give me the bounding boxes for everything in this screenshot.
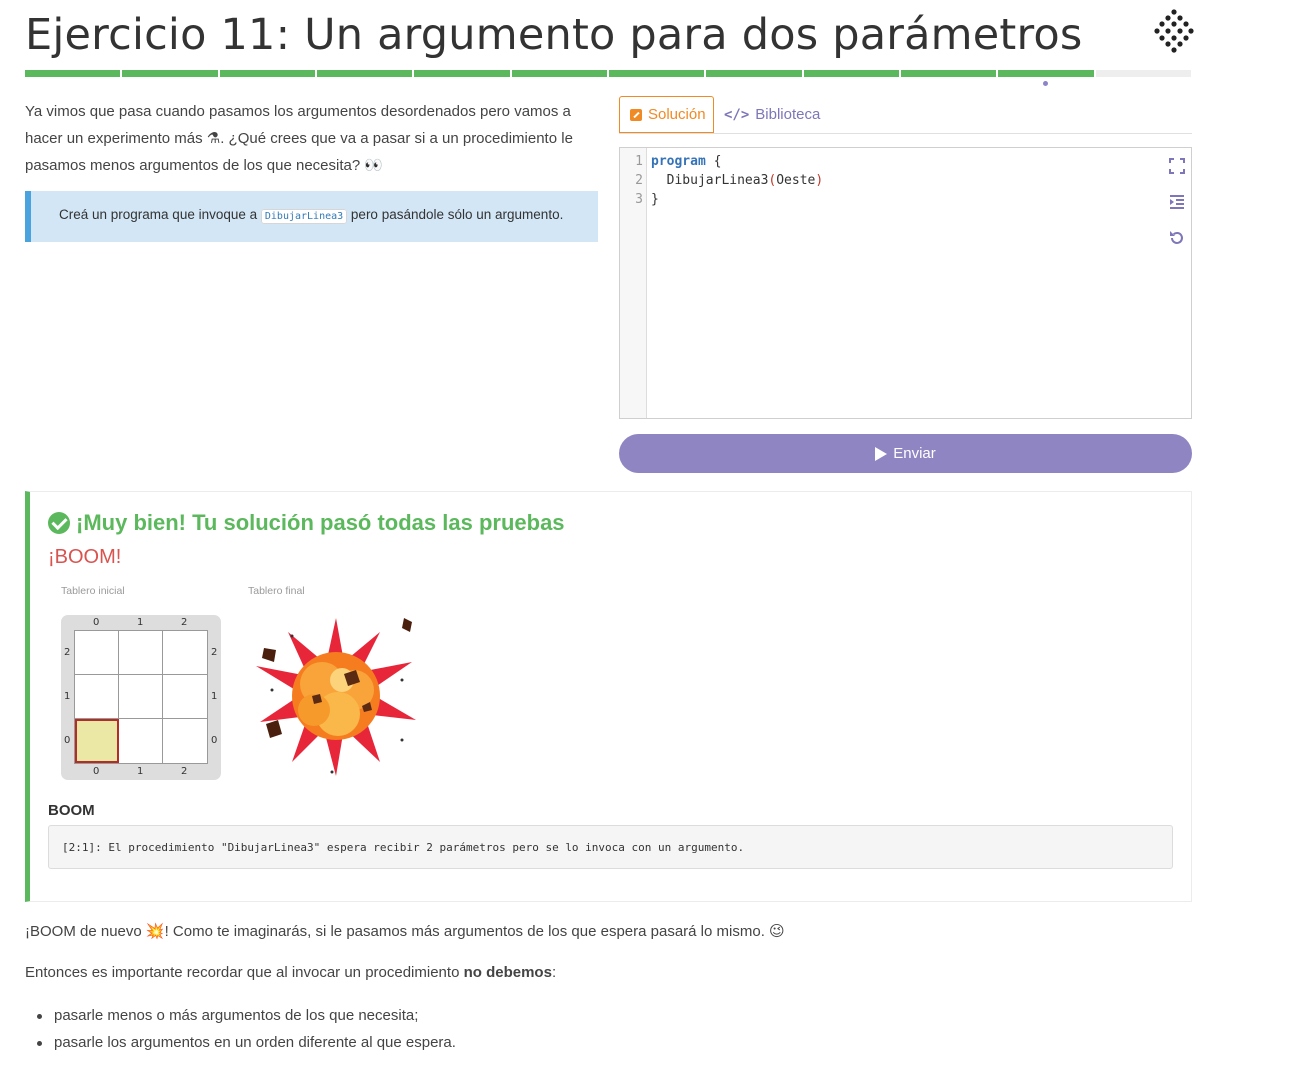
progress-segment[interactable] <box>803 70 899 77</box>
line-number-gutter: 1 2 3 <box>620 148 647 418</box>
followup-text-2: ! Como te imaginarás, si le pasamos más … <box>164 923 770 940</box>
board-row-label: 0 <box>64 735 71 746</box>
board-cell <box>119 719 163 763</box>
final-board-label: Tablero final <box>248 585 305 597</box>
result-title-text: ¡Muy bien! Tu solución pasó todas las pr… <box>76 510 565 535</box>
board-row-label: 1 <box>211 691 218 702</box>
progress-segment[interactable] <box>219 70 315 77</box>
board-column-label: 1 <box>137 766 144 777</box>
progress-segment[interactable] <box>511 70 607 77</box>
code-paren: ) <box>815 173 824 188</box>
exercise-progress-bar <box>25 70 1191 77</box>
tab-solution-label: Solución <box>648 106 706 123</box>
board-cell <box>163 719 207 763</box>
initial-board: 0 1 2 0 1 2 2 1 0 2 1 0 <box>61 615 221 780</box>
board-cell <box>75 675 119 719</box>
initial-board-label: Tablero inicial <box>61 585 125 597</box>
reminder-bold: no debemos <box>463 964 552 981</box>
code-content[interactable]: program { DibujarLinea3(Oeste) } <box>651 152 823 209</box>
code-argument: Oeste <box>776 173 816 188</box>
progress-segment[interactable] <box>414 70 510 77</box>
fullscreen-icon[interactable] <box>1168 157 1186 175</box>
code-line: DibujarLinea3(Oeste) <box>651 171 824 190</box>
intro-paragraph: Ya vimos que pasa cuando pasamos los arg… <box>25 98 600 179</box>
reset-icon[interactable] <box>1168 229 1186 247</box>
collision-emoji-icon: 💥 <box>145 922 165 940</box>
check-circle-icon <box>48 512 70 534</box>
edit-icon <box>630 108 642 121</box>
board-row-label: 0 <box>211 735 218 746</box>
progress-segment[interactable] <box>608 70 705 77</box>
list-item: pasarle menos o más argumentos de los qu… <box>25 1005 456 1032</box>
send-button[interactable]: Enviar <box>619 434 1192 473</box>
board-head-cell <box>75 719 119 763</box>
board-column-label: 0 <box>93 617 100 628</box>
code-keyword: program <box>651 154 706 169</box>
board-column-label: 0 <box>93 766 100 777</box>
list-item: pasarle los argumentos en un orden difer… <box>25 1032 456 1059</box>
reminder-text: Entonces es importante recordar que al i… <box>25 964 464 981</box>
line-number: 1 <box>635 154 643 169</box>
progress-segment[interactable] <box>25 70 121 77</box>
code-brace: { <box>705 154 722 169</box>
line-number: 2 <box>635 173 643 188</box>
flask-emoji-icon: ⚗ <box>206 129 221 147</box>
wink-emoji-icon: 😉 <box>769 922 785 940</box>
explosion-icon <box>256 618 416 776</box>
progress-segment[interactable] <box>316 70 413 77</box>
error-title: BOOM <box>48 802 95 819</box>
task-code: DibujarLinea3 <box>260 209 348 224</box>
board-grid <box>74 630 208 764</box>
task-text-after: pero pasándole sólo un argumento. <box>347 207 564 222</box>
progress-segment[interactable] <box>1095 70 1191 77</box>
play-icon <box>875 446 888 461</box>
progress-segment[interactable] <box>998 70 1094 77</box>
board-row-label: 2 <box>211 647 218 658</box>
task-instruction-box: Creá un programa que invoque a DibujarLi… <box>25 191 598 242</box>
indent-icon[interactable] <box>1168 193 1186 211</box>
board-cell <box>163 631 207 675</box>
progress-segment[interactable] <box>122 70 218 77</box>
progress-segment[interactable] <box>900 70 997 77</box>
line-number: 3 <box>635 192 643 207</box>
code-editor[interactable]: 1 2 3 program { DibujarLinea3(Oeste) } <box>619 147 1192 419</box>
board-column-label: 2 <box>181 617 188 628</box>
result-title: ¡Muy bien! Tu solución pasó todas las pr… <box>48 510 565 536</box>
error-message: [2:1]: El procedimiento "DibujarLinea3" … <box>48 825 1173 869</box>
reminder-paragraph: Entonces es importante recordar que al i… <box>25 964 556 981</box>
followup-paragraph: ¡BOOM de nuevo 💥! Como te imaginarás, si… <box>25 922 785 940</box>
board-column-label: 2 <box>181 766 188 777</box>
tab-library-label: Biblioteca <box>755 106 821 123</box>
board-column-label: 1 <box>137 617 144 628</box>
board-cell <box>75 631 119 675</box>
rules-list: pasarle menos o más argumentos de los qu… <box>25 1005 456 1059</box>
followup-text-1: ¡BOOM de nuevo <box>25 923 146 940</box>
code-procedure-name: DibujarLinea3 <box>666 173 769 188</box>
board-cell <box>119 631 163 675</box>
progress-segment[interactable] <box>706 70 802 77</box>
code-line: } <box>651 192 659 207</box>
tab-library[interactable]: </> Biblioteca <box>724 96 820 133</box>
page-title: Ejercicio 11: Un argumento para dos pará… <box>25 10 1083 60</box>
current-exercise-dot <box>1043 81 1048 86</box>
editor-tabs: Solución </> Biblioteca <box>619 96 1192 134</box>
code-line: program { <box>651 152 823 171</box>
task-text-before: Creá un programa que invoque a <box>59 207 261 222</box>
reminder-colon: : <box>551 964 557 981</box>
result-panel: ¡Muy bien! Tu solución pasó todas las pr… <box>25 491 1192 902</box>
tab-solution[interactable]: Solución <box>619 96 714 133</box>
eyes-emoji-icon: 👀 <box>364 156 384 174</box>
board-cell <box>119 675 163 719</box>
diamond-dots-logo[interactable] <box>1154 8 1194 54</box>
board-cell <box>163 675 207 719</box>
code-icon: </> <box>724 106 750 123</box>
board-row-label: 1 <box>64 691 71 702</box>
send-button-label: Enviar <box>893 445 936 462</box>
result-subtitle: ¡BOOM! <box>48 546 122 568</box>
board-row-label: 2 <box>64 647 71 658</box>
